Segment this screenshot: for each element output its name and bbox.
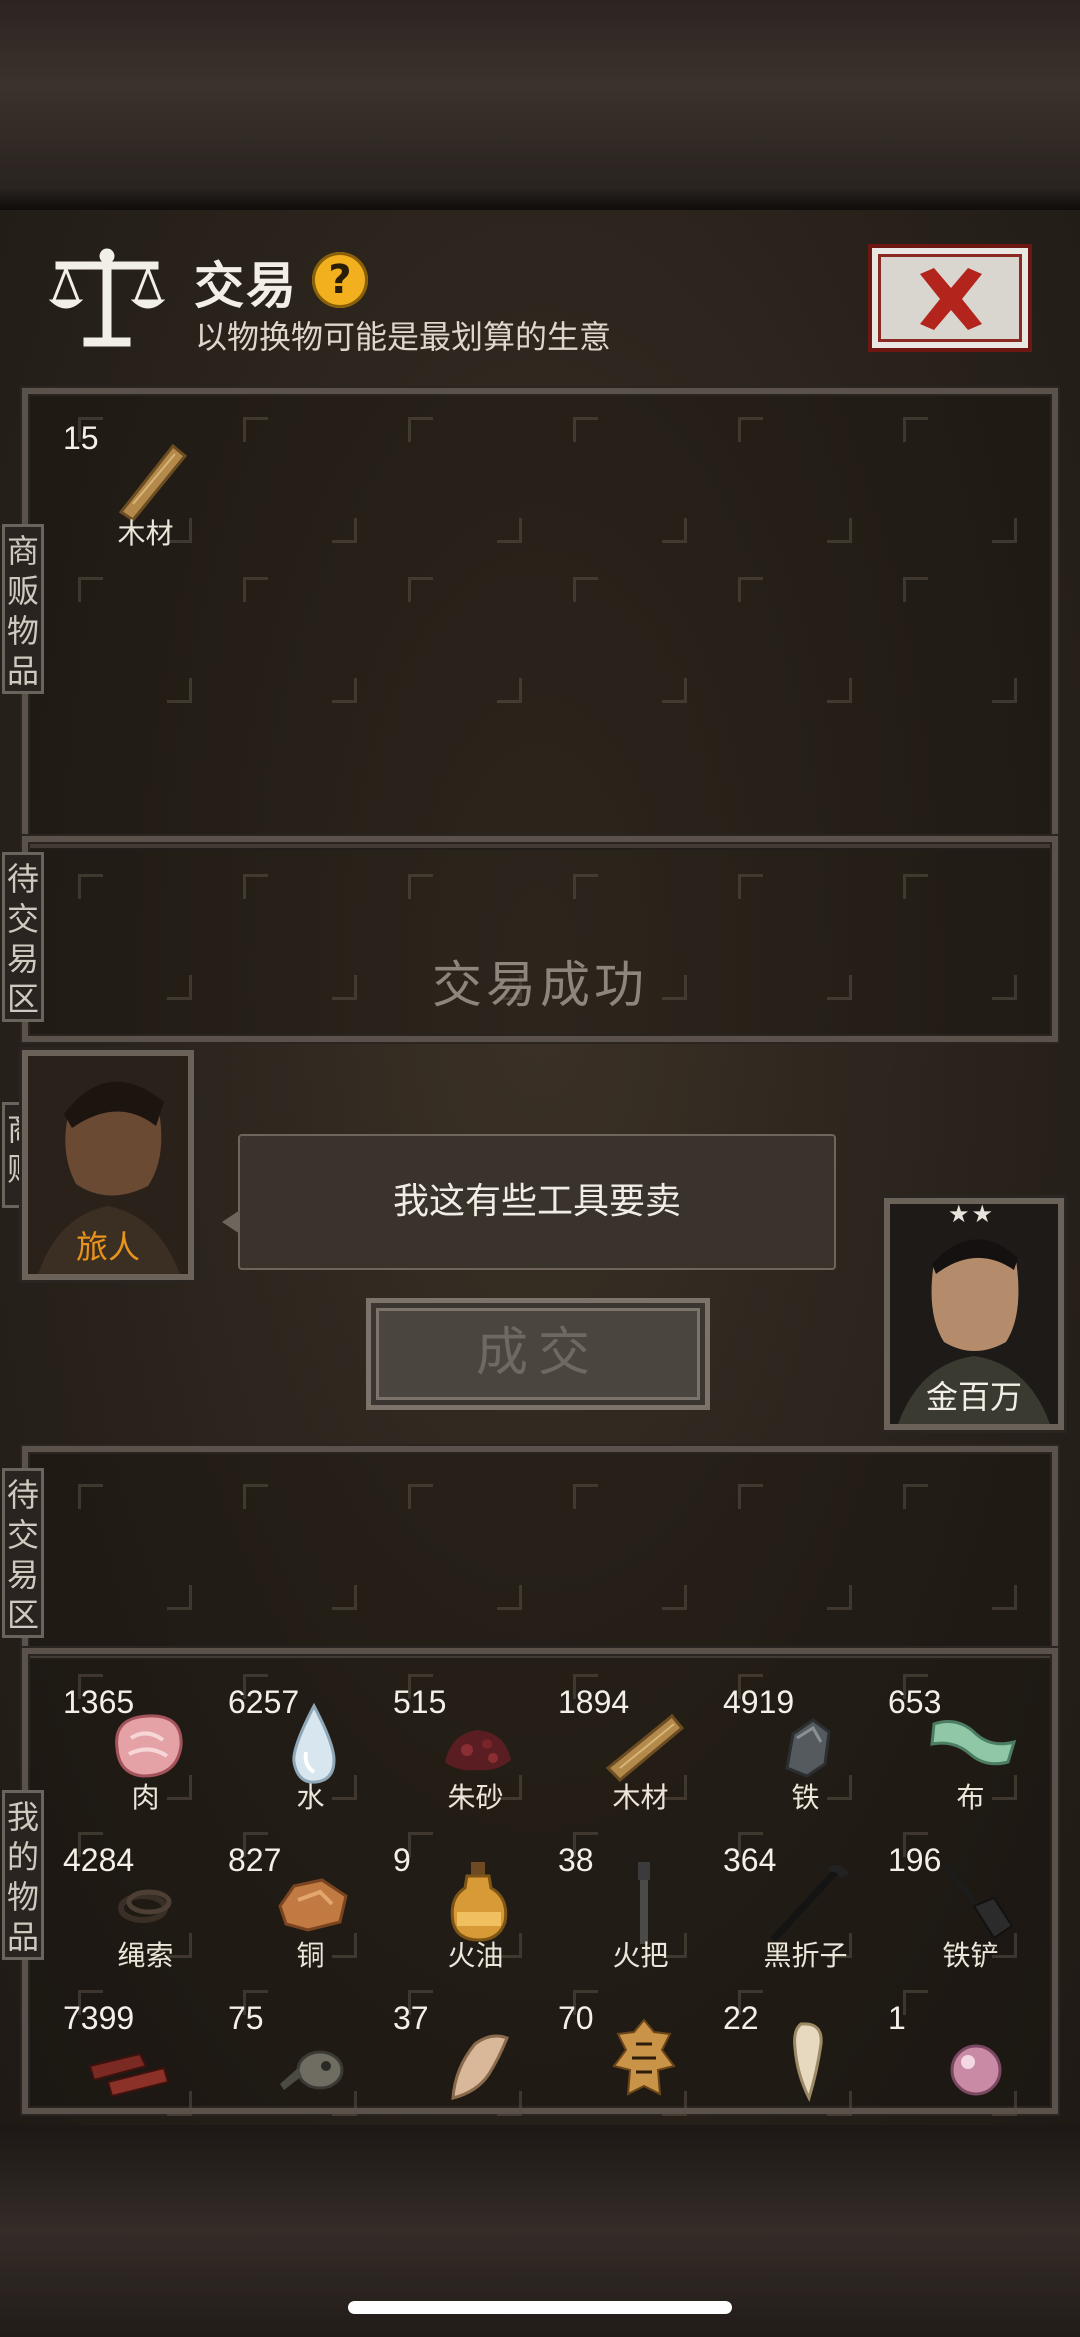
tiger-pelt-icon <box>612 2018 676 2096</box>
my-item-jerky[interactable]: 7399 <box>63 2000 228 2158</box>
slot <box>60 565 210 715</box>
item-name: 布 <box>956 1781 985 1814</box>
slot <box>720 405 870 555</box>
shovel-icon <box>943 1864 1014 1940</box>
slot <box>390 565 540 715</box>
merchant-item-wood[interactable]: 15 木材 <box>63 420 228 578</box>
my-item-shovel[interactable]: 196 铁铲 <box>888 1842 1053 2000</box>
trade-status-text: 交易成功 <box>432 956 648 1014</box>
page-title: 交易 <box>194 257 298 315</box>
jerky-icon <box>88 2052 170 2098</box>
iron-ore-icon <box>785 1718 831 1778</box>
item-quantity: 22 <box>723 2000 759 2036</box>
my-item-torch[interactable]: 38 火把 <box>558 1842 723 2000</box>
help-icon[interactable]: ? <box>312 252 368 308</box>
item-name: 绳索 <box>117 1939 174 1972</box>
slot <box>885 565 1035 715</box>
my-item-meat[interactable]: 1365 肉 <box>63 1684 228 1842</box>
slot <box>555 405 705 555</box>
close-button[interactable] <box>868 244 1032 352</box>
item-name: 木材 <box>117 517 174 550</box>
my-item-gourd-flask[interactable]: 75 <box>228 2000 393 2158</box>
slot <box>225 1472 375 1622</box>
slot <box>390 1472 540 1622</box>
item-name: 火油 <box>447 1939 504 1972</box>
home-indicator[interactable] <box>348 2301 732 2314</box>
close-icon <box>920 268 982 330</box>
slot <box>720 1472 870 1622</box>
black-stick-icon <box>770 1865 849 1943</box>
cloth-icon <box>930 1720 1017 1766</box>
water-drop-icon <box>292 1702 336 1784</box>
item-name: 黑折子 <box>763 1939 848 1972</box>
my-item-black-stick[interactable]: 364 黑折子 <box>723 1842 888 2000</box>
gourd-flask-icon <box>280 2050 344 2090</box>
item-quantity: 9 <box>393 1842 411 1878</box>
slot <box>225 405 375 555</box>
wood-plank-icon <box>605 1713 685 1783</box>
slot <box>60 1472 210 1622</box>
oil-bottle-icon <box>450 1862 508 1942</box>
slot <box>225 565 375 715</box>
slot <box>390 405 540 555</box>
my-item-water[interactable]: 6257 水 <box>228 1684 393 1842</box>
top-backdrop <box>0 0 1080 210</box>
item-quantity: 75 <box>228 2000 264 2036</box>
copper-ore-icon <box>278 1878 348 1932</box>
my-item-bone-horn[interactable]: 37 <box>393 2000 558 2158</box>
item-name: 火把 <box>612 1939 669 1972</box>
my-goods-tab: 我的物品 <box>2 1790 44 1960</box>
item-quantity: 37 <box>393 2000 429 2036</box>
my-item-fang[interactable]: 22 <box>723 2000 888 2158</box>
my-item-cinnabar[interactable]: 515 朱砂 <box>393 1684 558 1842</box>
fang-icon <box>793 2022 823 2103</box>
item-name: 朱砂 <box>447 1781 504 1814</box>
slot <box>885 405 1035 555</box>
slot <box>720 565 870 715</box>
my-item-pearl[interactable]: 1 <box>888 2000 1053 2158</box>
player-name: 金百万 <box>925 1378 1022 1416</box>
my-item-copper[interactable]: 827 铜 <box>228 1842 393 2000</box>
item-name: 铁 <box>791 1781 820 1814</box>
item-name: 水 <box>296 1781 325 1814</box>
bone-horn-icon <box>451 2034 509 2100</box>
rope-icon <box>118 1889 172 1923</box>
item-quantity: 15 <box>63 420 99 456</box>
cinnabar-icon <box>445 1730 511 1771</box>
item-name: 铜 <box>296 1939 325 1972</box>
wood-plank-icon <box>118 443 188 523</box>
my-item-wood[interactable]: 1894 木材 <box>558 1684 723 1842</box>
player-rank-stars: ★★ <box>948 1200 996 1228</box>
my-item-iron[interactable]: 4919 铁 <box>723 1684 888 1842</box>
pearl-icon <box>950 2044 1002 2096</box>
merchant-name: 旅人 <box>75 1228 140 1266</box>
item-quantity: 70 <box>558 2000 594 2036</box>
meat-icon <box>115 1714 183 1778</box>
deal-button[interactable]: 成交 <box>366 1298 710 1410</box>
slot <box>885 1472 1035 1622</box>
item-name: 肉 <box>131 1781 160 1814</box>
my-pending-tab: 待交易区 <box>2 1468 44 1638</box>
slot <box>555 1472 705 1622</box>
my-item-rope[interactable]: 4284 绳索 <box>63 1842 228 2000</box>
balance-scale-icon <box>48 248 166 347</box>
player-portrait[interactable]: 金百万 <box>884 1198 1064 1430</box>
item-name: 铁铲 <box>942 1939 999 1972</box>
my-item-oil[interactable]: 9 火油 <box>393 1842 558 2000</box>
my-item-cloth[interactable]: 653 布 <box>888 1684 1053 1842</box>
item-name: 木材 <box>612 1781 669 1814</box>
page-subtitle: 以物换物可能是最划算的生意 <box>195 318 612 356</box>
merchant-goods-tab: 商贩物品 <box>2 524 44 694</box>
merchant-dialogue: 我这有些工具要卖 <box>222 1134 836 1270</box>
slot <box>555 565 705 715</box>
my-item-tiger-pelt[interactable]: 70 <box>558 2000 723 2158</box>
item-quantity: 38 <box>558 1842 594 1878</box>
merchant-portrait[interactable]: 旅人 <box>22 1050 194 1280</box>
torch-icon <box>638 1862 650 1944</box>
item-quantity: 1 <box>888 2000 906 2036</box>
